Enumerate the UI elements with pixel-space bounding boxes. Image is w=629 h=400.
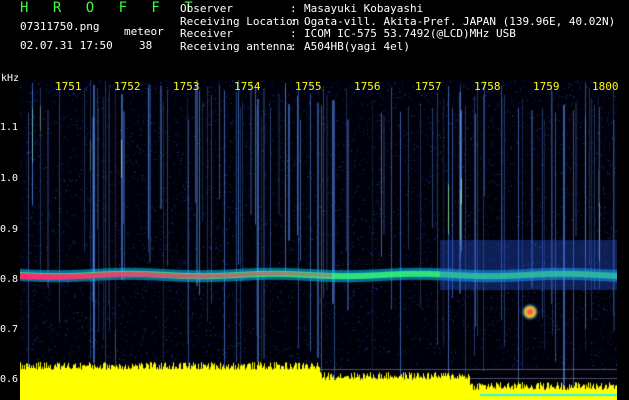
y-tick-label: 1.1	[0, 122, 19, 133]
info-value: A504HB(yagi 4el)	[304, 39, 410, 53]
x-tick-label: 1755	[295, 80, 322, 93]
spectrogram-canvas	[20, 80, 617, 400]
y-tick-label: 1.0	[0, 173, 19, 184]
capture-datetime: 02.07.31 17:50	[20, 39, 113, 52]
info-value: Masayuki Kobayashi	[304, 2, 424, 15]
y-tick-label: 0.9	[0, 224, 19, 235]
y-tick-label: 0.6	[0, 374, 19, 385]
x-tick-label: 1751	[55, 80, 82, 93]
detector-label: meteor	[124, 25, 164, 38]
y-axis: 1.1 1.0 0.9 0.8 0.7 0.6	[0, 80, 20, 400]
meteor-count: 38	[139, 39, 153, 52]
info-label: Receiver	[180, 27, 233, 40]
x-tick-label: 1752	[114, 80, 141, 93]
y-tick-label: 0.7	[0, 324, 19, 335]
x-tick-label: 1754	[234, 80, 261, 93]
x-tick-label: 1800	[592, 80, 619, 93]
x-tick-label: 1753	[173, 80, 200, 93]
station-info: Observer: Masayuki Kobayashi Receiving Lo…	[180, 2, 615, 53]
right-margin	[617, 80, 629, 400]
x-tick-label: 1758	[474, 80, 501, 93]
info-row-receiver: Receiver: ICOM IC-575 53.7492(@LCD)MHz US…	[180, 27, 516, 40]
y-tick-label: 0.8	[0, 274, 19, 285]
x-tick-label: 1759	[533, 80, 560, 93]
x-tick-label: 1757	[415, 80, 442, 93]
info-label: Observer	[180, 2, 233, 15]
file-name: 07311750.png	[20, 20, 100, 33]
info-row-observer: Observer: Masayuki Kobayashi	[180, 2, 424, 15]
app-brand: H R O F F T	[20, 0, 201, 16]
x-tick-label: 1756	[354, 80, 381, 93]
header-panel: H R O F F T 07311750.png 02.07.31 17:50 …	[0, 0, 629, 80]
info-row-antenna: Receiving antenna: A504HB(yagi 4el)	[180, 39, 410, 53]
info-label: Receiving antenna	[180, 39, 293, 53]
info-value: ICOM IC-575 53.7492(@LCD)MHz USB	[304, 27, 516, 40]
